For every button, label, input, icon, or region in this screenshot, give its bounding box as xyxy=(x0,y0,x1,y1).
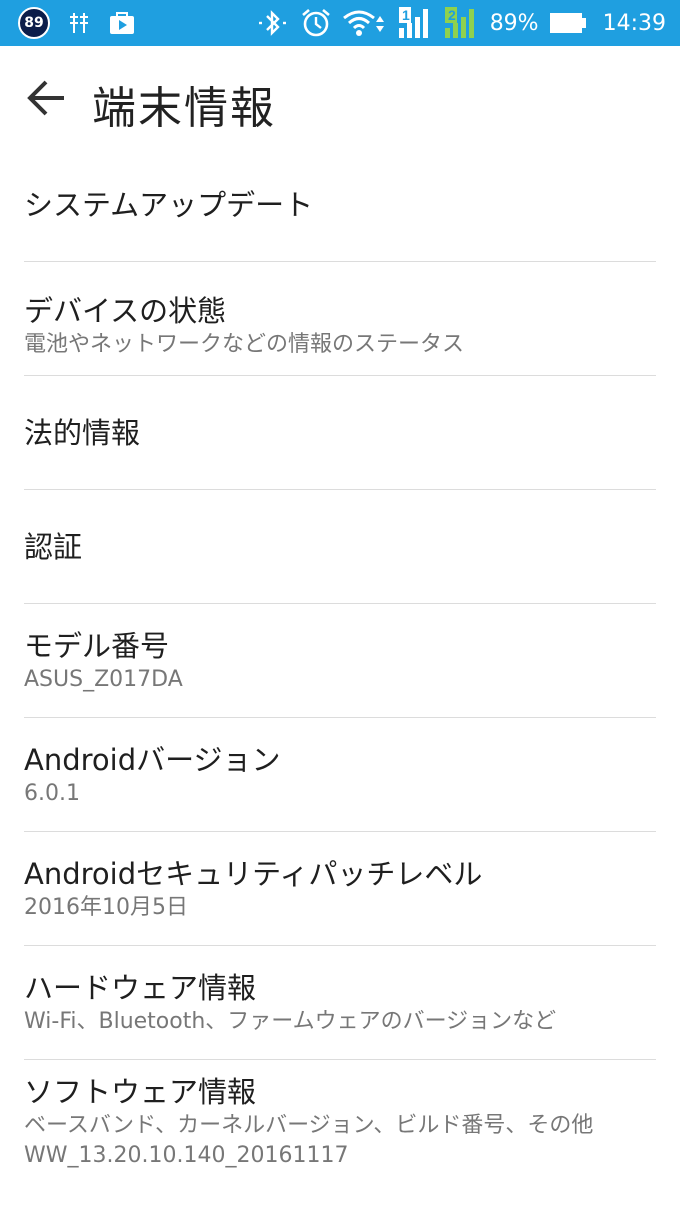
legal-info-item[interactable]: 法的情報 xyxy=(24,376,656,490)
item-title: Androidセキュリティパッチレベル xyxy=(24,857,483,891)
app-bar: 端末情報 xyxy=(0,46,680,150)
model-number-item[interactable]: モデル番号 ASUS_Z017DA xyxy=(24,604,656,718)
security-patch-item[interactable]: Androidセキュリティパッチレベル 2016年10月5日 xyxy=(24,832,656,946)
certification-item[interactable]: 認証 xyxy=(24,490,656,604)
system-update-item[interactable]: システムアップデート xyxy=(24,150,656,262)
item-title: ハードウェア情報 xyxy=(24,971,257,1005)
play-store-icon xyxy=(110,12,134,34)
item-title: 認証 xyxy=(24,530,83,564)
sim1-label: 1 xyxy=(402,7,410,23)
hardware-info-item[interactable]: ハードウェア情報 Wi-Fi、Bluetooth、ファームウェアのバージョンなど xyxy=(24,946,656,1060)
wifi-icon xyxy=(342,10,384,36)
page-title: 端末情報 xyxy=(92,83,276,134)
signal-sim2-icon: 2 xyxy=(444,7,474,38)
item-summary: ベースバンド、カーネルバージョン、ビルド番号、その他 xyxy=(24,1113,594,1138)
clock: 14:39 xyxy=(602,10,666,36)
android-version-item[interactable]: Androidバージョン 6.0.1 xyxy=(24,718,656,832)
item-title: ソフトウェア情報 xyxy=(24,1075,257,1109)
settings-list: システムアップデート デバイスの状態 電池やネットワークなどの情報のステータス … xyxy=(0,150,680,1208)
item-title: Androidバージョン xyxy=(24,743,281,777)
item-title: モデル番号 xyxy=(24,629,170,663)
usb-debug-icon xyxy=(70,13,88,33)
item-summary-build: WW_13.20.10.140_20161117 xyxy=(24,1143,349,1168)
arrow-back-icon[interactable] xyxy=(26,78,66,118)
battery-icon xyxy=(549,13,586,33)
item-summary: 2016年10月5日 xyxy=(24,895,188,920)
item-summary: 6.0.1 xyxy=(24,781,80,806)
signal-sim1-icon: 1 xyxy=(398,7,428,38)
battery-percent: 89% xyxy=(489,10,539,36)
item-summary: ASUS_Z017DA xyxy=(24,667,183,692)
device-status-item[interactable]: デバイスの状態 電池やネットワークなどの情報のステータス xyxy=(24,262,656,376)
item-summary: 電池やネットワークなどの情報のステータス xyxy=(24,332,465,357)
number-badge-icon: 89 xyxy=(18,7,50,39)
item-title: システムアップデート xyxy=(24,188,314,222)
item-title: 法的情報 xyxy=(24,416,141,450)
alarm-icon xyxy=(301,9,330,37)
bluetooth-icon xyxy=(258,10,286,36)
item-summary: Wi-Fi、Bluetooth、ファームウェアのバージョンなど xyxy=(24,1009,557,1034)
sim2-label: 2 xyxy=(448,7,456,23)
item-title: デバイスの状態 xyxy=(24,294,227,328)
software-info-item[interactable]: ソフトウェア情報 ベースバンド、カーネルバージョン、ビルド番号、その他 WW_1… xyxy=(24,1060,656,1208)
status-bar: 89 1 2 89% 14:39 xyxy=(0,0,680,46)
